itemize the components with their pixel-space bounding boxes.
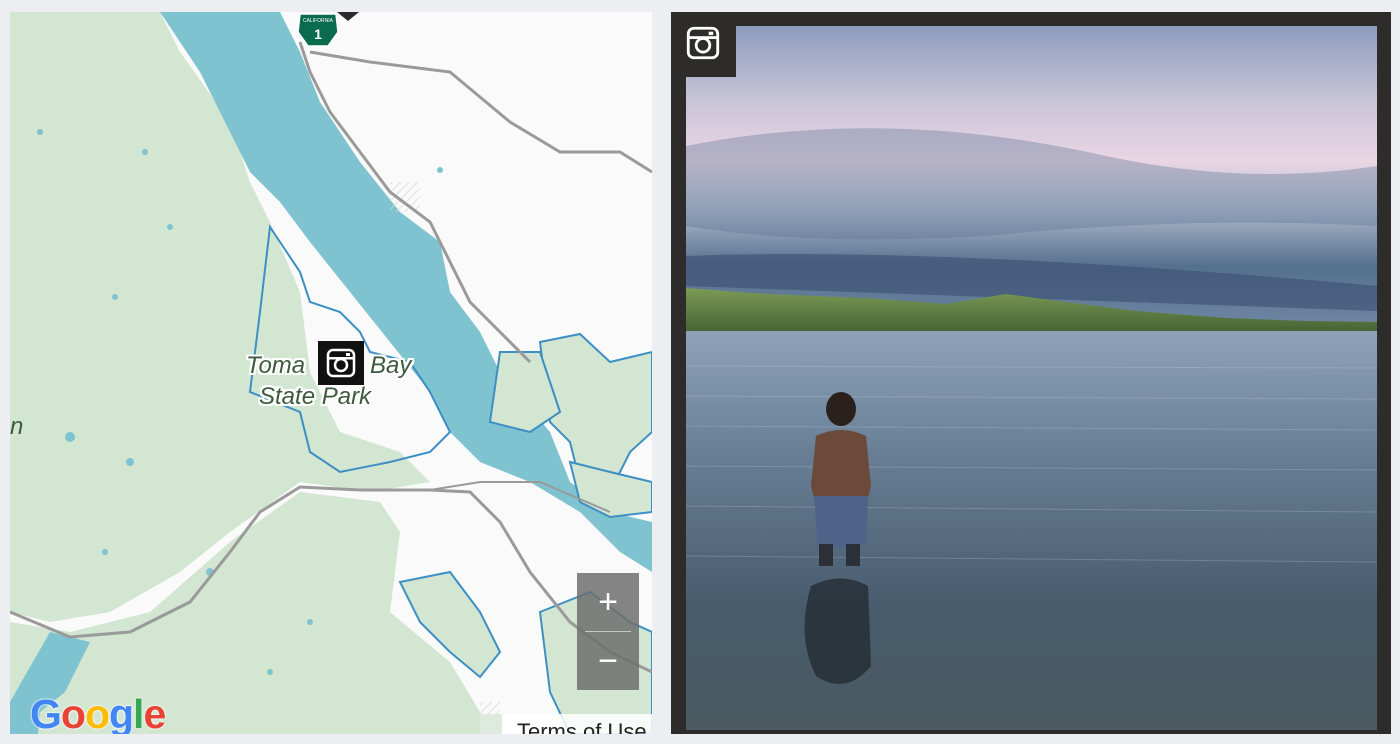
terms-bar: Terms of Use bbox=[480, 714, 652, 734]
zoom-in-button[interactable]: + bbox=[577, 573, 639, 631]
google-logo[interactable]: Google bbox=[30, 691, 166, 734]
photo-image bbox=[686, 26, 1377, 730]
park-label-part2: Bay bbox=[370, 352, 412, 379]
instagram-icon bbox=[686, 26, 720, 60]
google-logo-letter: l bbox=[133, 691, 144, 734]
park-label-part1: Toma bbox=[246, 352, 306, 379]
terms-swatch bbox=[480, 714, 502, 734]
map-panel[interactable]: CALIFORNIA 1 n Toma Bay State Park + − G… bbox=[10, 12, 652, 734]
shield-number: 1 bbox=[314, 26, 322, 42]
terms-of-use-link[interactable]: Terms of Use bbox=[517, 719, 647, 734]
photo-panel bbox=[671, 12, 1391, 734]
route-1-shield: CALIFORNIA 1 bbox=[297, 13, 339, 47]
google-logo-letter: o bbox=[84, 691, 110, 734]
zoom-out-button[interactable]: − bbox=[577, 632, 639, 690]
instagram-badge bbox=[686, 26, 736, 77]
google-logo-letter: e bbox=[143, 691, 166, 734]
edge-label: n bbox=[10, 413, 24, 440]
map-pointer-arrow bbox=[337, 12, 359, 21]
zoom-control: + − bbox=[577, 573, 639, 690]
park-label-line2: State Park bbox=[259, 383, 372, 410]
instagram-photo[interactable] bbox=[686, 26, 1377, 730]
map-photo-marker[interactable] bbox=[318, 341, 364, 385]
instagram-icon bbox=[326, 348, 356, 378]
google-logo-letter: G bbox=[30, 691, 62, 734]
google-logo-letter: g bbox=[109, 691, 134, 734]
google-logo-letter: o bbox=[60, 691, 86, 734]
shield-state-label: CALIFORNIA bbox=[303, 18, 334, 24]
